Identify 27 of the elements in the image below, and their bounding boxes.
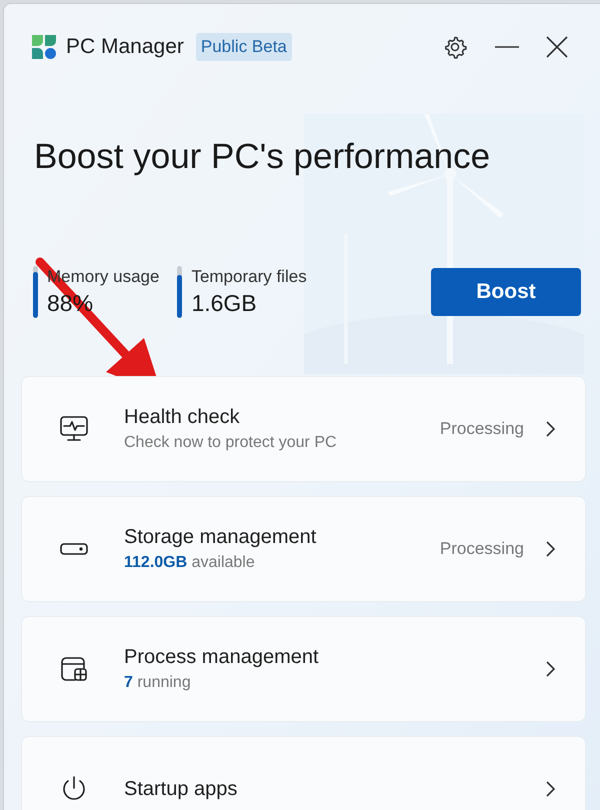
chevron-right-icon bbox=[546, 541, 555, 557]
card-title: Startup apps bbox=[124, 777, 238, 802]
beta-badge: Public Beta bbox=[196, 33, 292, 61]
chevron-right-icon bbox=[546, 421, 555, 437]
card-status: Processing bbox=[440, 538, 524, 560]
card-title: Process management bbox=[124, 645, 320, 670]
chevron-right-icon bbox=[546, 781, 555, 797]
boost-button[interactable]: Boost bbox=[431, 268, 581, 316]
chevron-right-icon bbox=[546, 661, 555, 677]
card-title: Health check bbox=[124, 405, 241, 430]
feature-card[interactable]: Startup apps bbox=[21, 736, 586, 810]
app-title: PC Manager bbox=[66, 34, 184, 60]
meter-value: 1.6GB bbox=[191, 289, 258, 318]
meter-label: Temporary files bbox=[191, 266, 307, 288]
card-status: Processing bbox=[440, 418, 524, 440]
feature-card[interactable]: Process management 7 running bbox=[21, 616, 586, 722]
feature-card[interactable]: Storage management 112.0GB available Processing bbox=[21, 496, 586, 602]
page-heading: Boost your PC's performance bbox=[34, 139, 492, 174]
card-subtitle: 7 running bbox=[124, 673, 192, 693]
card-subtitle: Check now to protect your PC bbox=[124, 433, 338, 453]
card-title: Storage management bbox=[124, 525, 318, 550]
close-icon bbox=[546, 36, 568, 58]
app-logo-icon bbox=[30, 33, 58, 61]
minimize-icon bbox=[495, 46, 519, 48]
settings-icon bbox=[443, 35, 467, 59]
card-subtitle: 112.0GB available bbox=[124, 553, 256, 573]
feature-card[interactable]: Health check Check now to protect your PC Processing bbox=[21, 376, 586, 482]
